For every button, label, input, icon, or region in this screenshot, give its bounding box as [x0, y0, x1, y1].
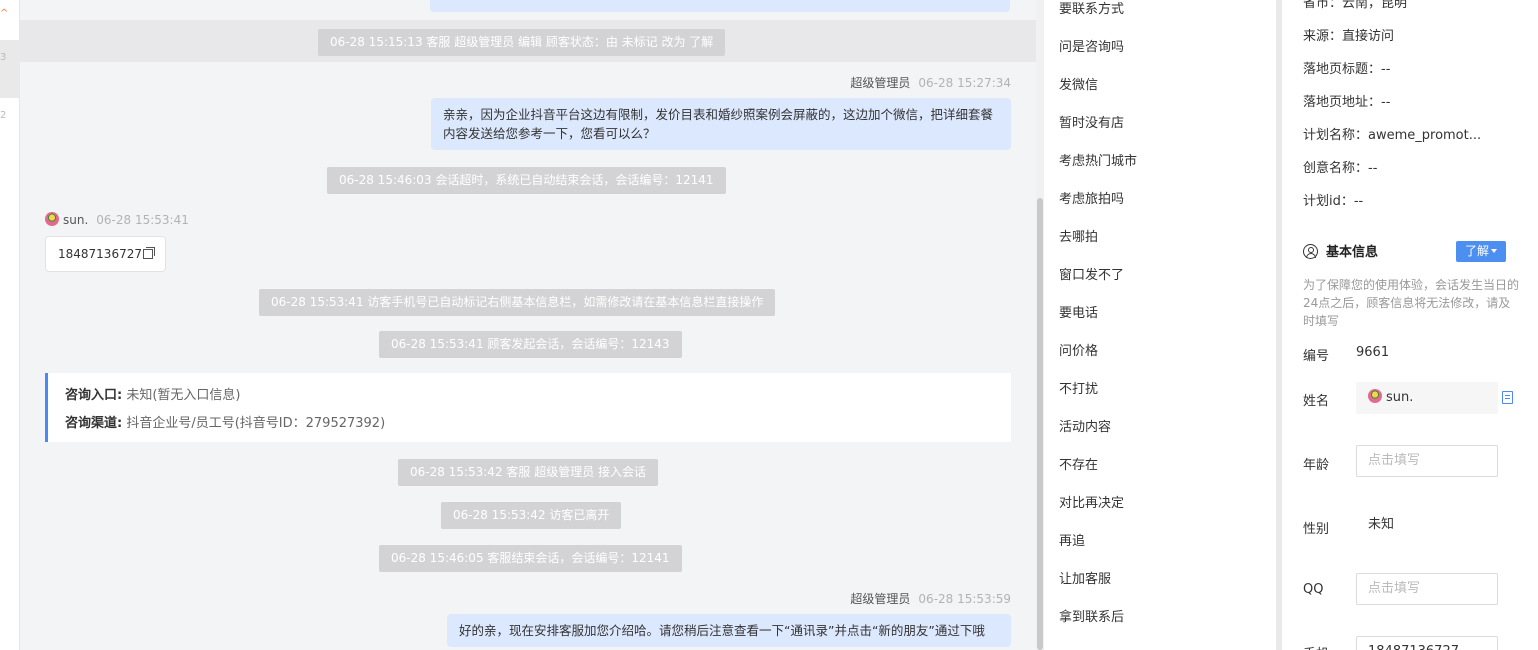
session-list-strip: ^ 3 2	[0, 0, 20, 650]
message-time: 06-28 15:53:59	[918, 592, 1011, 606]
source-field: 来源：直接访问	[1303, 29, 1395, 44]
quick-reply-item[interactable]: 要电话	[1059, 302, 1098, 321]
quick-reply-item[interactable]: 窗口发不了	[1059, 264, 1124, 283]
customer-status-dropdown[interactable]: 了解	[1456, 241, 1506, 262]
quick-reply-item[interactable]: 再追	[1059, 530, 1085, 549]
plan-name-field: 计划名称：aweme_promot...	[1303, 128, 1482, 143]
session-count-2: 2	[0, 110, 7, 121]
phone-input[interactable]: 18487136727	[1356, 636, 1498, 650]
message-meta: 超级管理员 06-28 15:27:34	[850, 74, 1011, 91]
quick-reply-item[interactable]: 让加客服	[1059, 568, 1111, 587]
landing-url-field: 落地页地址：--	[1303, 95, 1391, 110]
sender-name: 超级管理员	[850, 592, 911, 606]
quick-reply-item[interactable]: 问价格	[1059, 340, 1098, 359]
name-label: 姓名	[1303, 394, 1330, 409]
avatar	[1368, 389, 1382, 403]
name-value: sun.	[1386, 390, 1414, 405]
chat-panel: 06-28 15:15:13 客服 超级管理员 编辑 顾客状态：由 未标记 改为…	[20, 0, 1036, 650]
quick-reply-item[interactable]: 要联系方式	[1059, 0, 1124, 17]
system-message: 06-28 15:15:13 客服 超级管理员 编辑 顾客状态：由 未标记 改为…	[318, 29, 726, 56]
system-message: 06-28 15:53:42 访客已离开	[441, 502, 622, 529]
quick-reply-item[interactable]: 对比再决定	[1059, 492, 1124, 511]
quick-reply-item[interactable]: 拿到联系后	[1059, 606, 1124, 625]
message-time: 06-28 15:27:34	[918, 76, 1011, 90]
chat-scrollbar[interactable]	[1036, 0, 1044, 650]
entry-value: 未知(暂无入口信息)	[126, 388, 241, 403]
entry-label: 咨询入口:	[65, 388, 123, 403]
quick-reply-item[interactable]: 不打扰	[1059, 378, 1098, 397]
gender-label: 性别	[1303, 522, 1330, 537]
gender-field[interactable]: 未知	[1356, 509, 1498, 541]
creative-name-field: 创意名称：--	[1303, 161, 1378, 176]
qq-input[interactable]: 点击填写	[1356, 573, 1498, 605]
visitor-message-bubble: 18487136727	[45, 236, 166, 272]
system-message: 06-28 15:53:41 访客手机号已自动标记右侧基本信息栏，如需修改请在基…	[259, 289, 776, 316]
message-time: 06-28 15:53:41	[96, 213, 189, 227]
quick-reply-item[interactable]: 发微信	[1059, 74, 1098, 93]
channel-label: 咨询渠道:	[65, 416, 123, 431]
edit-notice: 为了保障您的使用体验，会话发生当日的24点之后，顾客信息将无法修改，请及时填写	[1303, 278, 1520, 328]
age-input[interactable]: 点击填写	[1356, 445, 1498, 477]
section-title-text: 基本信息	[1326, 245, 1379, 260]
agent-message-bubble: 亲亲，因为企业抖音平台这边有限制，发价目表和婚纱照案例会屏蔽的，这边加个微信，把…	[431, 98, 1011, 150]
consult-entry-card: 咨询入口: 未知(暂无入口信息) 咨询渠道: 抖音企业号/员工号(抖音号ID：2…	[45, 373, 1011, 442]
quick-reply-item[interactable]: 考虑旅拍吗	[1059, 188, 1124, 207]
phone-text: 18487136727	[58, 247, 142, 261]
quick-reply-panel: 要联系方式问是咨询吗发微信暂时没有店考虑热门城市 考虑旅拍吗去哪拍窗口发不了要电话…	[1044, 0, 1276, 650]
city-field: 省市：云南，昆明	[1303, 0, 1408, 11]
landing-title-field: 落地页标题：--	[1303, 62, 1391, 77]
quick-reply-item[interactable]: 不存在	[1059, 454, 1098, 473]
channel-value: 抖音企业号/员工号(抖音号ID：279527392)	[126, 416, 386, 431]
message-meta: 超级管理员 06-28 15:53:59	[850, 590, 1011, 607]
message-meta: sun. 06-28 15:53:41	[45, 212, 189, 227]
id-label: 编号	[1303, 349, 1330, 364]
system-message: 06-28 15:46:03 会话超时，系统已自动结束会话，会话编号：12141	[327, 167, 726, 194]
sender-name: 超级管理员	[850, 76, 911, 90]
quick-reply-item[interactable]: 活动内容	[1059, 416, 1111, 435]
quick-reply-item[interactable]: 去哪拍	[1059, 226, 1098, 245]
system-message: 06-28 15:53:42 客服 超级管理员 接入会话	[398, 459, 659, 486]
quick-reply-item[interactable]: 暂时没有店	[1059, 112, 1124, 131]
name-field[interactable]: sun.	[1356, 382, 1498, 414]
sender-name: sun.	[63, 213, 89, 227]
system-message: 06-28 15:53:41 顾客发起会话，会话编号：12143	[379, 331, 682, 358]
user-circle-icon	[1303, 244, 1318, 259]
copy-icon[interactable]	[142, 247, 155, 259]
phone-label: 手机	[1303, 643, 1329, 650]
status-label: 了解	[1464, 244, 1489, 258]
avatar	[45, 212, 59, 226]
session-item-active[interactable]	[0, 40, 20, 98]
visitor-info-panel: 省市：云南，昆明 来源：直接访问 落地页标题：-- 落地页地址：-- 计划名称：…	[1282, 0, 1538, 650]
id-value: 9661	[1356, 345, 1390, 360]
app-root: ^ 3 2 06-28 15:15:13 客服 超级管理员 编辑 顾客状态：由 …	[0, 0, 1538, 650]
age-label: 年龄	[1303, 458, 1330, 473]
strip-mark: ^	[0, 8, 9, 19]
plan-id-field: 计划id：--	[1303, 194, 1364, 209]
agent-message-bubble: 好的亲，现在安排客服加您介绍哈。请您稍后注意查看一下“通讯录”并点击“新的朋友”…	[447, 614, 1011, 647]
quick-reply-item[interactable]: 问是咨询吗	[1059, 36, 1124, 55]
chat-bubble-partial	[430, 0, 1010, 12]
caret-down-icon	[1491, 249, 1497, 253]
system-message: 06-28 15:46:05 客服结束会话，会话编号：12141	[379, 545, 682, 572]
basic-info-title: 基本信息	[1303, 241, 1378, 260]
qq-label: QQ	[1303, 582, 1324, 597]
copy-doc-icon[interactable]	[1502, 391, 1513, 404]
scrollbar-thumb[interactable]	[1037, 198, 1043, 650]
quick-reply-item[interactable]: 考虑热门城市	[1059, 150, 1137, 169]
session-count-1: 3	[0, 52, 7, 63]
